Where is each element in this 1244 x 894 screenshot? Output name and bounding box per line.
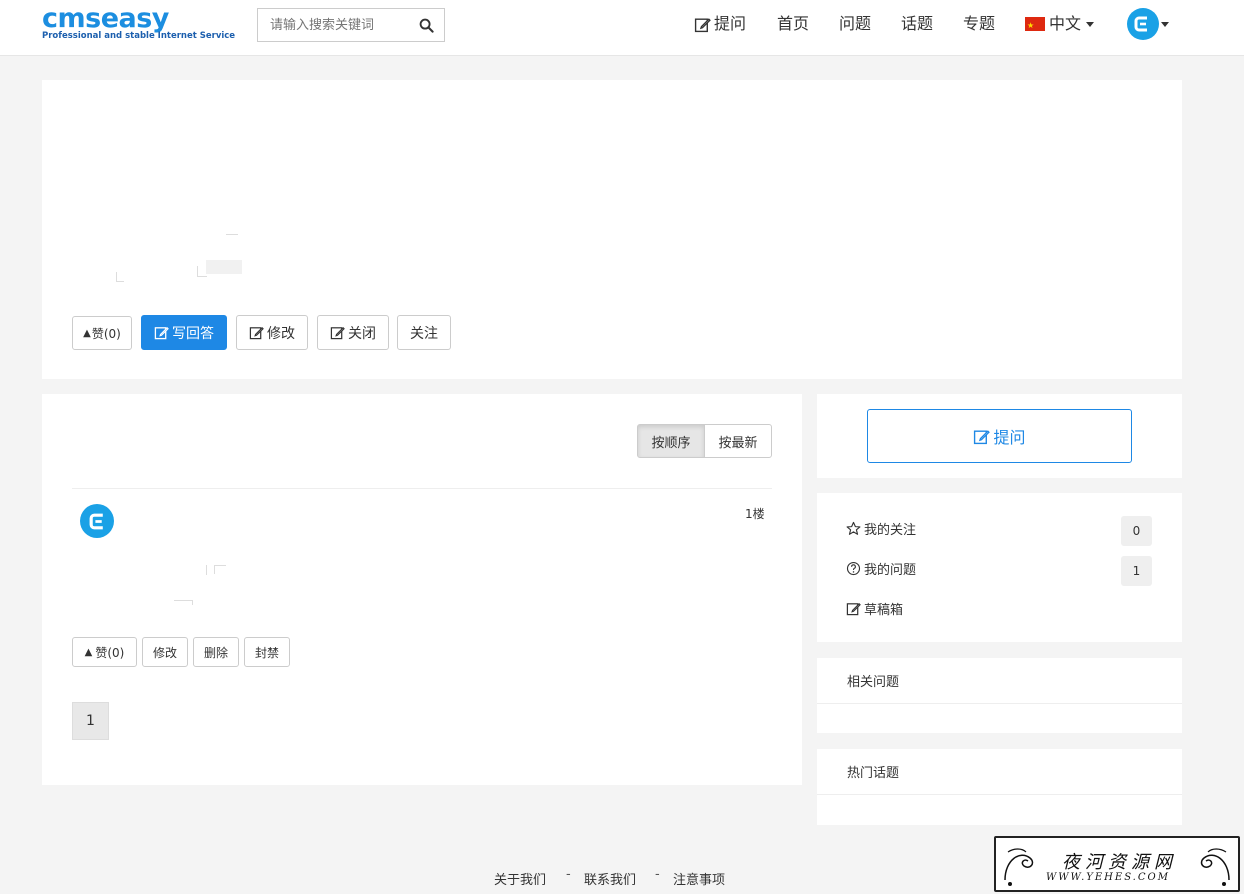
edit-icon xyxy=(974,429,991,444)
edit-icon xyxy=(694,17,711,32)
answer-edit-button[interactable]: 修改 xyxy=(142,637,188,667)
content-fragment xyxy=(206,565,207,575)
search-box xyxy=(257,8,445,42)
related-questions-panel xyxy=(817,658,1182,733)
my-questions-label: 我的问题 xyxy=(864,563,917,578)
ornament-right-icon xyxy=(1200,848,1230,886)
pagination-page[interactable]: 1 xyxy=(72,702,109,740)
nav-home[interactable]: 首页 xyxy=(777,12,809,36)
cmseasy-e-icon xyxy=(1134,16,1147,32)
nav-ask-label: 提问 xyxy=(714,14,747,33)
watermark-url: WWW.YEHES.COM xyxy=(1046,872,1170,883)
my-follows-label: 我的关注 xyxy=(864,523,917,538)
edit-icon xyxy=(330,327,345,340)
section-divider xyxy=(817,794,1182,795)
sort-by-order-tab[interactable]: 按顺序 xyxy=(637,424,705,458)
logo-text: cmseasy xyxy=(42,3,169,34)
question-like-button[interactable]: ▲ 赞(0) xyxy=(72,316,132,350)
user-menu[interactable] xyxy=(1127,8,1169,40)
top-header: cmseasy Professional and stable Internet… xyxy=(0,0,1244,56)
my-follows-count: 0 xyxy=(1121,516,1152,546)
section-divider xyxy=(817,703,1182,704)
answer-author-avatar[interactable] xyxy=(80,504,114,538)
content-fragment xyxy=(206,260,242,274)
footer-about-link[interactable]: 关于我们 xyxy=(494,869,546,888)
site-logo[interactable]: cmseasy Professional and stable Internet… xyxy=(42,3,236,42)
answer-like-label: 赞(0) xyxy=(95,645,125,660)
floor-number: 1楼 xyxy=(745,507,765,521)
content-fragment xyxy=(226,234,238,235)
edit-icon xyxy=(154,327,169,340)
avatar xyxy=(1127,8,1159,40)
ornament-left-icon xyxy=(1004,848,1034,886)
search-input[interactable] xyxy=(258,9,408,41)
chevron-down-icon xyxy=(1161,21,1169,27)
answer-ban-button[interactable]: 封禁 xyxy=(244,637,290,667)
edit-icon xyxy=(846,603,861,616)
footer-separator: - xyxy=(566,867,571,882)
edit-icon xyxy=(249,327,264,340)
watermark-title: 夜河资源网 xyxy=(1062,852,1177,873)
chevron-down-icon xyxy=(1086,21,1095,27)
nav-ask[interactable]: 提问 xyxy=(694,12,746,36)
question-close-button[interactable]: 关闭 xyxy=(317,315,389,350)
question-edit-button[interactable]: 修改 xyxy=(236,315,308,350)
hot-topics-title: 热门话题 xyxy=(847,766,900,781)
question-like-label: 赞(0) xyxy=(91,326,121,341)
sort-by-newest-tab[interactable]: 按最新 xyxy=(704,424,772,458)
write-answer-label: 写回答 xyxy=(172,325,214,342)
hot-topics-panel xyxy=(817,749,1182,825)
answer-like-button[interactable]: ▲ 赞(0) xyxy=(72,637,137,667)
write-answer-button[interactable]: 写回答 xyxy=(141,315,227,350)
question-follow-button[interactable]: 关注 xyxy=(397,315,451,350)
my-follows-link[interactable]: 我的关注 xyxy=(846,519,916,538)
question-circle-icon xyxy=(846,561,861,576)
logo-tagline: Professional and stable Internet Service xyxy=(42,31,236,41)
search-icon xyxy=(419,18,434,33)
nav-questions[interactable]: 问题 xyxy=(839,12,871,36)
footer-notice-link[interactable]: 注意事项 xyxy=(673,869,725,888)
thumbs-up-icon: ▲ xyxy=(84,646,93,658)
content-fragment xyxy=(214,565,226,574)
footer-separator: - xyxy=(655,867,660,882)
answer-divider xyxy=(72,488,772,489)
cmseasy-e-icon xyxy=(89,513,103,529)
answer-delete-button[interactable]: 删除 xyxy=(193,637,239,667)
question-close-label: 关闭 xyxy=(348,325,376,342)
watermark-badge: 夜河资源网 WWW.YEHES.COM xyxy=(994,836,1240,892)
sidebar-ask-label: 提问 xyxy=(993,428,1026,447)
language-switcher[interactable]: 中文 xyxy=(1025,12,1095,38)
search-button[interactable] xyxy=(408,9,444,41)
question-edit-label: 修改 xyxy=(267,325,295,342)
my-questions-link[interactable]: 我的问题 xyxy=(846,559,916,578)
nav-specials[interactable]: 专题 xyxy=(963,12,995,36)
drafts-label: 草稿箱 xyxy=(864,603,904,618)
language-label: 中文 xyxy=(1049,14,1082,33)
content-fragment xyxy=(116,272,124,282)
sidebar-ask-button[interactable]: 提问 xyxy=(867,409,1132,463)
content-fragment xyxy=(174,600,193,605)
thumbs-up-icon: ▲ xyxy=(83,327,91,339)
my-questions-count: 1 xyxy=(1121,556,1152,586)
related-questions-title: 相关问题 xyxy=(847,675,900,690)
drafts-link[interactable]: 草稿箱 xyxy=(846,599,903,618)
china-flag-icon xyxy=(1025,14,1045,38)
footer-contact-link[interactable]: 联系我们 xyxy=(584,869,636,888)
nav-topics[interactable]: 话题 xyxy=(901,12,933,36)
star-icon xyxy=(846,521,861,535)
